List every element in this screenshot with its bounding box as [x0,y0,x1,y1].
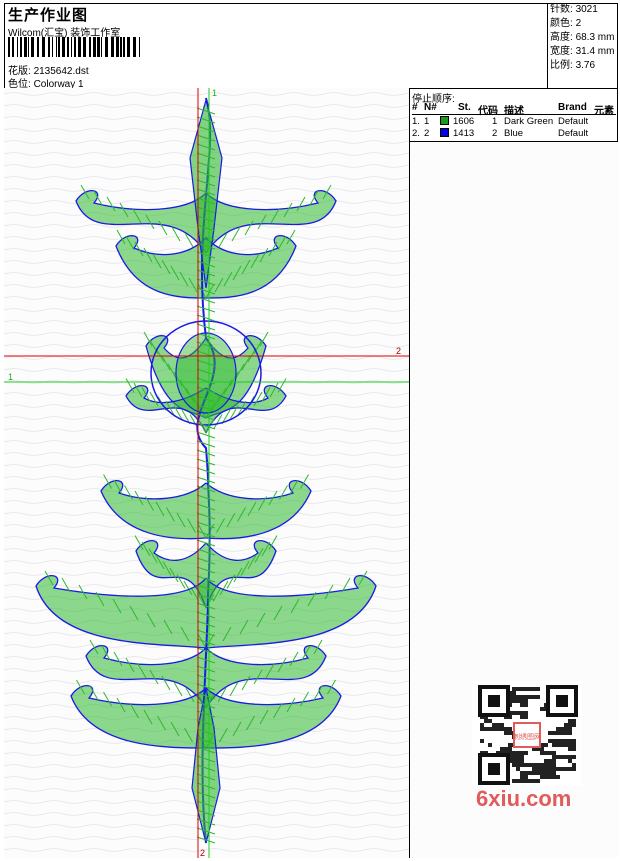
stat-colors: 颜色: 2 [550,18,582,29]
qr-badge-text: 刺绣图网 [513,732,541,741]
col-stitches: St. [458,102,471,113]
watermark-text: 6xiu.com [476,786,572,811]
stat-width: 宽度: 31.4 mm [550,46,615,57]
embroidery-design: 1 2 2 1 [4,88,409,858]
stats-panel: 针数: 3021 颜色: 2 高度: 68.3 mm 宽度: 31.4 mm 比… [548,3,618,89]
col-brand: Brand [558,102,587,113]
stat-height: 高度: 68.3 mm [550,32,615,43]
stat-stitches: 针数: 3021 [550,4,598,15]
barcode-image [8,37,140,57]
guide-label-top: 1 [212,88,217,98]
thread-swatch-blue [440,128,449,137]
col-index: # [412,102,418,113]
design-canvas[interactable]: 1 2 2 1 [4,88,410,858]
stat-scale: 比例: 3.76 [550,60,596,71]
stop-sequence-panel: 停止顺序: # N# St. 代码 描述 Brand 元素 1. 1 1606 … [410,88,618,142]
guide-label-green: 1 [8,372,13,382]
guide-label-bottom: 2 [200,848,205,858]
guide-label-red: 2 [396,346,401,356]
qr-code-image: 刺绣图网 [472,681,582,786]
col-needle: N# [424,102,437,113]
page-title: 生产作业图 [8,7,89,24]
thread-swatch-green [440,116,449,125]
